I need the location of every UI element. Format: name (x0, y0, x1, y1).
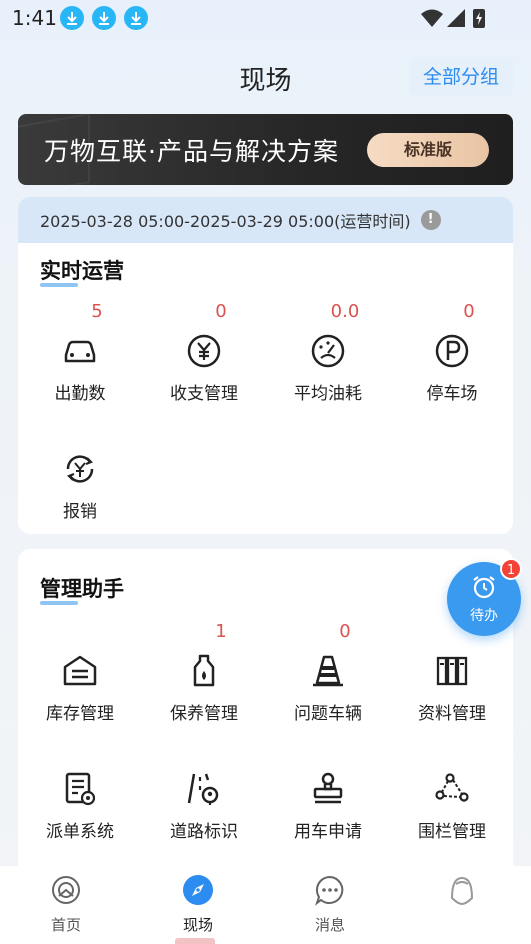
operating-time-text: 2025-03-28 05:00-2025-03-29 05:00(运营时间) (40, 212, 411, 231)
tile-label: 保养管理 (170, 704, 238, 724)
download-notification-icon (92, 6, 116, 30)
nav-label: 现场 (182, 916, 213, 934)
tile-fuel-consumption[interactable]: 0.0 平均油耗 (266, 301, 390, 411)
tile-inventory[interactable]: 库存管理 (18, 621, 142, 731)
tile-income-expense[interactable]: 0 收支管理 (142, 301, 266, 411)
road-sign-icon (187, 773, 219, 805)
info-icon[interactable]: ! (420, 210, 441, 230)
todo-label: 待办 (470, 608, 498, 624)
section-title-text: 实时运营 (40, 259, 124, 283)
tile-maintenance[interactable]: 1 保养管理 (142, 621, 266, 731)
tile-road-signs[interactable]: 道路标识 (142, 739, 266, 849)
parking-icon (435, 334, 469, 368)
yen-icon (187, 334, 221, 368)
promo-banner[interactable]: 万物互联·产品与解决方案 标准版 (18, 114, 513, 185)
compass-icon (183, 875, 213, 905)
wifi-icon (421, 9, 443, 27)
management-card: 管理助手 库存管理 1 保养管理 0 问题车辆 资料管理 派单系统 道路标识 用… (18, 549, 513, 889)
tile-label: 出勤数 (54, 384, 106, 404)
tile-label: 平均油耗 (294, 384, 362, 404)
section-title-text: 管理助手 (40, 577, 124, 601)
title-underline (40, 283, 78, 287)
download-notification-icon (124, 6, 148, 30)
tile-label: 资料管理 (418, 704, 486, 724)
tile-label: 围栏管理 (418, 822, 486, 842)
tile-count: 0 (463, 301, 475, 322)
todo-badge: 1 (500, 558, 522, 580)
nav-label: 消息 (314, 916, 345, 934)
tile-label: 道路标识 (170, 822, 238, 842)
stamp-icon (313, 772, 343, 804)
download-notification-icon (60, 6, 84, 30)
nav-label: 首页 (50, 916, 81, 934)
nav-profile[interactable] (396, 866, 528, 944)
tile-documents[interactable]: 资料管理 (390, 621, 513, 731)
all-groups-button[interactable]: 全部分组 (409, 58, 513, 96)
gauge-icon (311, 334, 345, 368)
edition-button[interactable]: 标准版 (367, 133, 489, 167)
nav-messages[interactable]: 消息 (264, 866, 396, 944)
tile-label: 库存管理 (46, 704, 114, 724)
tile-label: 问题车辆 (294, 704, 362, 724)
tile-label: 派单系统 (46, 822, 114, 842)
section-title-management: 管理助手 (40, 573, 124, 605)
tile-reimbursement[interactable]: 报销 (18, 419, 142, 529)
profile-icon (450, 876, 474, 906)
signal-icon (447, 9, 465, 27)
status-time: 1:41 (12, 6, 57, 30)
nav-site[interactable]: 现场 (132, 866, 264, 944)
operating-time-bar: 2025-03-28 05:00-2025-03-29 05:00(运营时间) … (18, 197, 513, 243)
tile-count: 0 (339, 621, 351, 642)
nav-active-indicator (175, 938, 215, 944)
title-underline (40, 601, 78, 605)
status-bar: 1:41 (0, 0, 531, 36)
geofence-icon (435, 773, 469, 802)
tile-dispatch[interactable]: 派单系统 (18, 739, 142, 849)
car-icon (64, 340, 96, 363)
tile-parking[interactable]: 0 停车场 (390, 301, 513, 411)
tile-vehicle-request[interactable]: 用车申请 (266, 739, 390, 849)
tile-count: 1 (215, 621, 227, 642)
warehouse-icon (63, 655, 97, 686)
banner-text: 万物互联·产品与解决方案 (44, 137, 339, 166)
section-title-operations: 实时运营 (40, 255, 124, 287)
tile-problem-vehicles[interactable]: 0 问题车辆 (266, 621, 390, 731)
bottom-nav: 首页 现场 消息 (0, 866, 531, 944)
tile-attendance[interactable]: 5 出勤数 (18, 301, 142, 411)
oil-bottle-icon (193, 654, 215, 687)
operations-card: 2025-03-28 05:00-2025-03-29 05:00(运营时间) … (18, 197, 513, 534)
dispatch-doc-icon (65, 772, 96, 806)
tile-label: 报销 (63, 502, 97, 522)
system-icons (419, 6, 491, 34)
tile-label: 用车申请 (294, 822, 362, 842)
binders-icon (436, 656, 468, 686)
home-icon (52, 876, 80, 904)
tile-count: 0 (215, 301, 227, 322)
tile-count: 5 (91, 301, 103, 322)
tile-label: 收支管理 (170, 384, 238, 404)
traffic-cone-icon (313, 655, 343, 687)
reimburse-icon (66, 455, 94, 483)
chat-icon (315, 875, 344, 906)
alarm-clock-icon (473, 576, 495, 599)
tile-label: 停车场 (426, 384, 478, 404)
tile-geofence[interactable]: 围栏管理 (390, 739, 513, 849)
nav-home[interactable]: 首页 (0, 866, 132, 944)
tile-count: 0.0 (330, 301, 360, 322)
